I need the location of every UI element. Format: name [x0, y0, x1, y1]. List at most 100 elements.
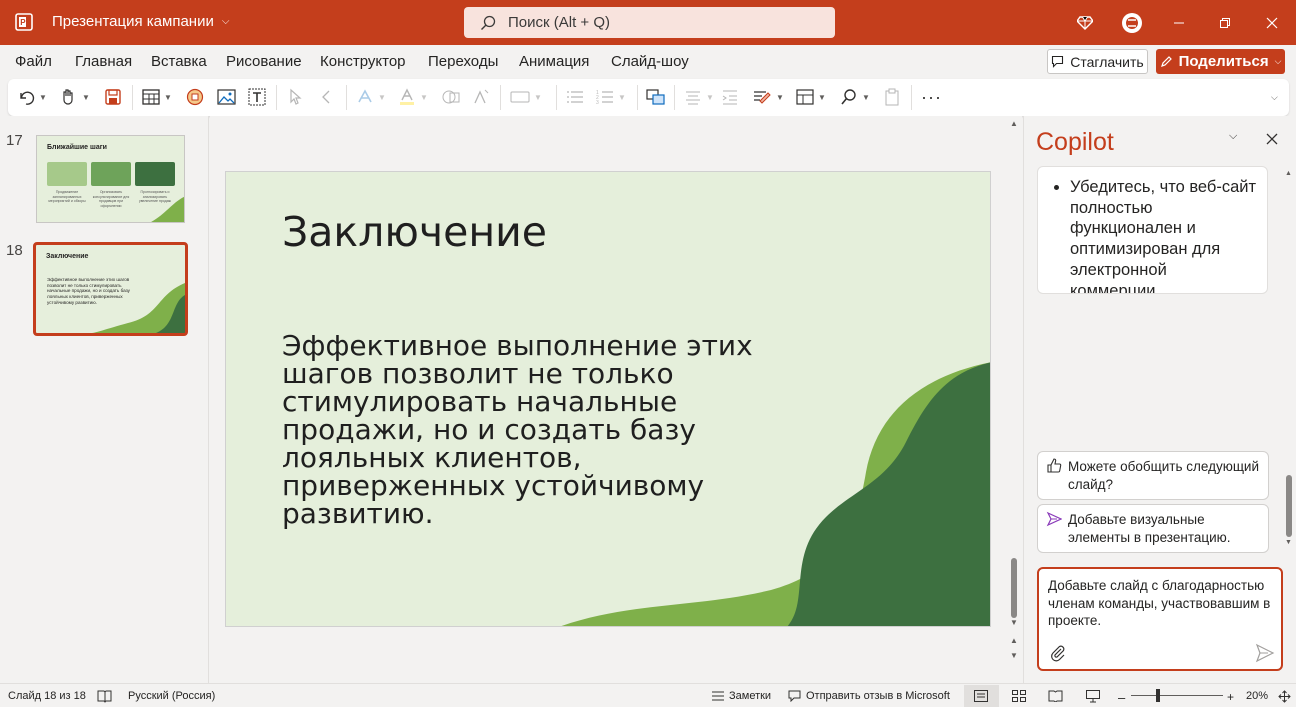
- text-effects-icon: [358, 89, 372, 103]
- ribbon-separator: [500, 85, 501, 110]
- slide-body-text[interactable]: Эффективное выполнение этих шагов позвол…: [282, 332, 802, 528]
- text-effects-button[interactable]: ▼: [356, 86, 386, 108]
- menu-home[interactable]: Главная: [75, 53, 132, 70]
- undo-button[interactable]: ▼: [17, 86, 47, 108]
- feedback-icon: [788, 690, 801, 702]
- slide-number-17: 17: [6, 132, 23, 149]
- lasso-button[interactable]: [319, 86, 333, 108]
- slide-thumbnail-17[interactable]: Ближайшие шаги Продвижение запланированн…: [36, 135, 185, 223]
- attach-icon[interactable]: [1049, 644, 1067, 662]
- numbering-icon: 123: [596, 90, 613, 106]
- paste-format-button[interactable]: ▼: [60, 86, 90, 108]
- copilot-scrollbar[interactable]: ▲ ▼: [1282, 170, 1296, 550]
- send-icon[interactable]: [1255, 643, 1275, 663]
- picture-button[interactable]: [217, 86, 236, 108]
- menu-animations[interactable]: Анимация: [519, 53, 589, 70]
- font-color-button[interactable]: ▼: [398, 86, 428, 108]
- shapes-icon: [186, 88, 204, 106]
- close-icon[interactable]: [1259, 10, 1285, 36]
- notes-label: Заметки: [729, 690, 772, 702]
- previous-slide-icon[interactable]: ▲: [1010, 636, 1018, 645]
- share-button[interactable]: Поделиться ⌵: [1156, 49, 1285, 74]
- suggestion-add-visuals[interactable]: Добавьте визуальные элементы в презентац…: [1037, 504, 1269, 553]
- feedback-button[interactable]: Отправить отзыв в Microsoft: [788, 690, 950, 702]
- scroll-up-icon[interactable]: ▲: [1285, 170, 1292, 177]
- copilot-scrollbar-thumb[interactable]: [1286, 475, 1292, 537]
- fit-to-window-icon[interactable]: [1278, 690, 1291, 703]
- copilot-input-text[interactable]: Добавьте слайд с благодарностью членам к…: [1048, 577, 1273, 630]
- designer-icon: [754, 91, 771, 104]
- save-button[interactable]: [104, 86, 122, 108]
- arrange-button[interactable]: ▼: [510, 86, 542, 108]
- send-arrow-icon: [1046, 511, 1062, 527]
- document-title[interactable]: Презентация кампании ⌵: [52, 13, 229, 30]
- menu-file[interactable]: Файл: [15, 53, 52, 70]
- bullets-button[interactable]: [566, 86, 584, 108]
- next-slide-icon[interactable]: ▼: [1010, 651, 1018, 660]
- shapes-button[interactable]: [186, 86, 204, 108]
- zoom-out-icon[interactable]: –: [1118, 690, 1125, 705]
- search-icon: [841, 89, 856, 105]
- ribbon-expand-icon[interactable]: ⌵: [1271, 86, 1278, 108]
- shape-fill-button[interactable]: [441, 86, 461, 108]
- slide-title[interactable]: Заключение: [282, 208, 547, 256]
- align-button[interactable]: ▼: [684, 86, 714, 108]
- menu-draw[interactable]: Рисование: [226, 53, 302, 70]
- slide-counter: Слайд 18 из 18: [8, 690, 86, 702]
- zoom-slider-thumb[interactable]: [1156, 689, 1160, 702]
- search-placeholder: Поиск (Alt + Q): [508, 14, 610, 31]
- scroll-up-icon[interactable]: ▲: [1010, 119, 1018, 128]
- scroll-down-icon[interactable]: ▼: [1010, 618, 1018, 627]
- numbering-button[interactable]: 1 2 3 ▼: [596, 86, 626, 108]
- indent-button[interactable]: [721, 86, 739, 108]
- notes-button[interactable]: Заметки: [712, 690, 771, 702]
- zoom-in-icon[interactable]: +: [1227, 690, 1234, 704]
- chevron-down-icon[interactable]: ⌵: [1275, 56, 1282, 67]
- copilot-input-box[interactable]: Добавьте слайд с благодарностью членам к…: [1037, 567, 1283, 671]
- zoom-slider[interactable]: [1131, 695, 1223, 696]
- user-avatar-icon[interactable]: [1119, 10, 1145, 36]
- slideshow-icon[interactable]: [1086, 690, 1100, 703]
- undo-icon: [20, 91, 35, 105]
- more-options-icon[interactable]: ···: [921, 86, 942, 108]
- powerpoint-app-icon[interactable]: P: [14, 12, 34, 32]
- search-box[interactable]: Поиск (Alt + Q): [464, 7, 835, 38]
- text-style-icon: [474, 89, 489, 104]
- suggestion-summarize-next[interactable]: Можете обобщить следующий слайд?: [1037, 451, 1269, 500]
- reading-view-icon[interactable]: [1048, 690, 1063, 702]
- layout-button[interactable]: ▼: [796, 86, 826, 108]
- menu-insert[interactable]: Вставка: [151, 53, 207, 70]
- clipboard-button[interactable]: [884, 86, 900, 108]
- scrollbar-thumb[interactable]: [1011, 558, 1017, 618]
- table-button[interactable]: ▼: [142, 86, 172, 108]
- select-button[interactable]: [288, 86, 302, 108]
- find-button[interactable]: ▼: [840, 86, 870, 108]
- menu-slideshow[interactable]: Слайд-шоу: [611, 53, 689, 70]
- designer-button[interactable]: ▼: [752, 86, 784, 108]
- share-button-label: Поделиться: [1178, 53, 1269, 70]
- chevron-down-icon[interactable]: ⌵: [1229, 130, 1237, 143]
- close-icon[interactable]: [1266, 132, 1278, 150]
- search-icon: [481, 15, 496, 30]
- slide-thumbnails-pane: 17 Ближайшие шаги Продвижение запланиров…: [0, 116, 209, 683]
- thumbnail-wave-decoration: [150, 197, 184, 222]
- restore-icon[interactable]: [1212, 10, 1238, 36]
- minimize-icon[interactable]: [1166, 10, 1192, 36]
- title-bar: P Презентация кампании ⌵ Поиск (Alt + Q): [0, 0, 1296, 45]
- language-indicator[interactable]: Русский (Россия): [128, 690, 215, 702]
- spellcheck-icon[interactable]: [97, 690, 112, 703]
- comments-button[interactable]: Стаглачить: [1047, 49, 1148, 74]
- zoom-level[interactable]: 20%: [1246, 690, 1268, 702]
- text-style-button[interactable]: [472, 86, 490, 108]
- slide-vertical-scrollbar[interactable]: ▲ ▼ ▲ ▼: [1007, 116, 1022, 683]
- diamond-premium-icon[interactable]: [1072, 10, 1098, 36]
- shape-format-button[interactable]: [646, 86, 666, 108]
- slide-sorter-icon[interactable]: [1012, 690, 1026, 702]
- menu-design[interactable]: Конструктор: [320, 53, 406, 70]
- align-icon: [686, 91, 700, 105]
- scroll-down-icon[interactable]: ▼: [1285, 539, 1292, 546]
- normal-view-icon[interactable]: [974, 690, 988, 702]
- textbox-button[interactable]: [248, 86, 266, 108]
- menu-transitions[interactable]: Переходы: [428, 53, 498, 70]
- current-slide[interactable]: Заключение Эффективное выполнение этих ш…: [225, 171, 991, 627]
